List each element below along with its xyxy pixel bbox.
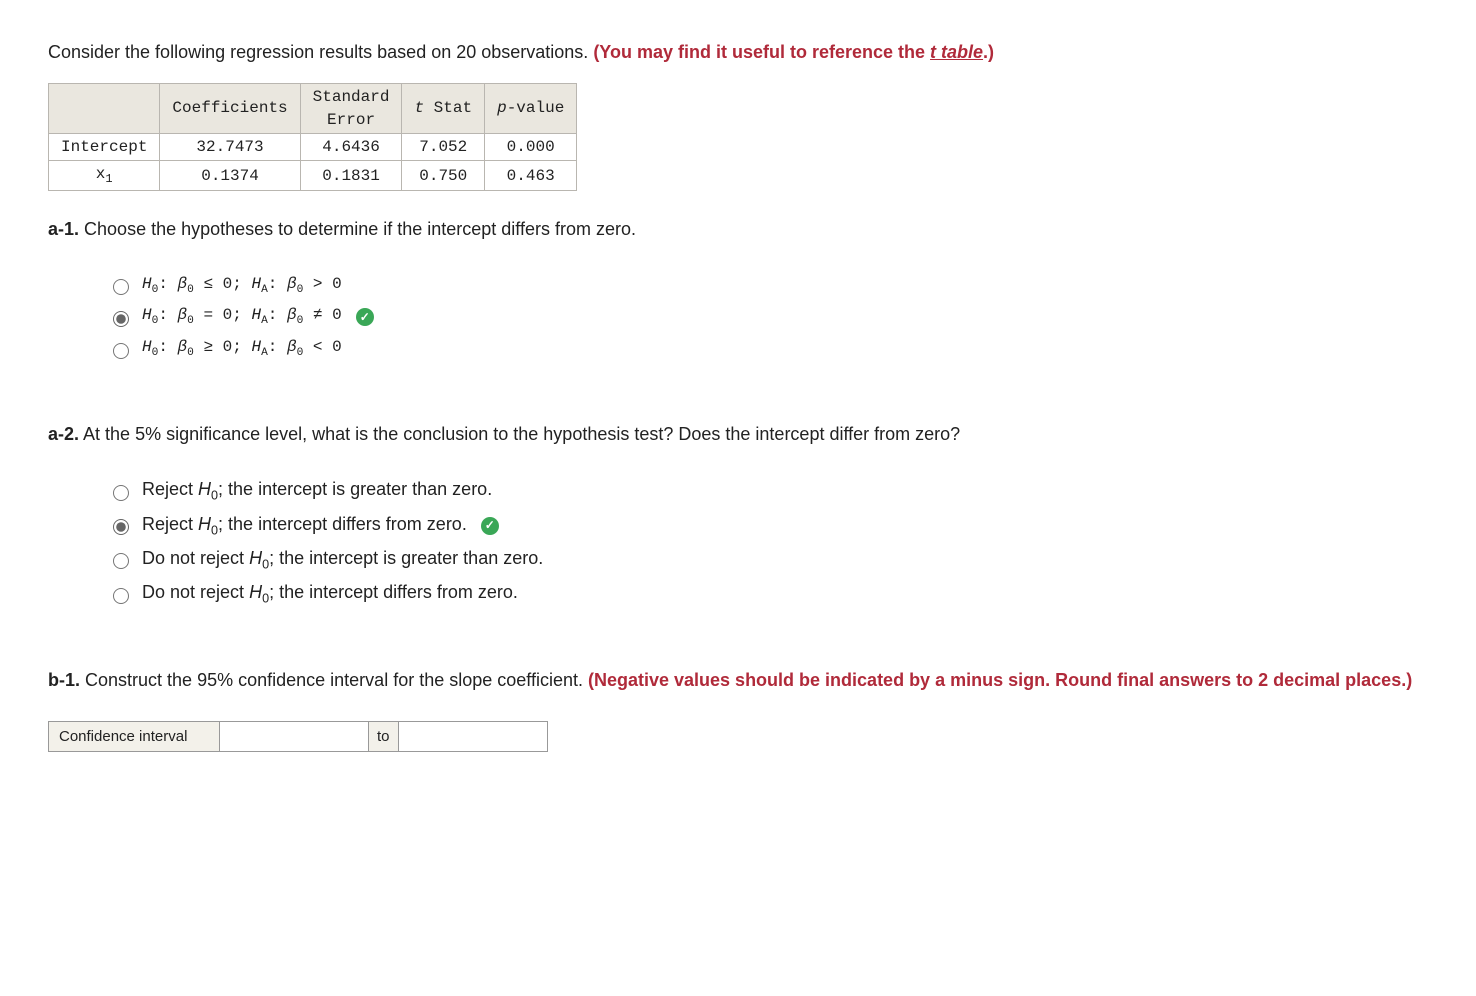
- a2-option: Do not reject H0; the intercept is great…: [108, 546, 1428, 574]
- correct-check-icon: ✓: [356, 308, 374, 326]
- cell-coef: 32.7473: [160, 133, 300, 160]
- ci-high-input[interactable]: [409, 726, 537, 747]
- confidence-interval-input: Confidence interval to: [48, 721, 548, 752]
- row-label: x1: [49, 161, 160, 191]
- cell-p: 0.000: [485, 133, 577, 160]
- cell-p: 0.463: [485, 161, 577, 191]
- question-number: a-2.: [48, 424, 79, 444]
- a1-option: H0: β0 ≥ 0; HA: β0 < 0: [108, 336, 1428, 362]
- cell-t: 7.052: [402, 133, 485, 160]
- radio-option[interactable]: [113, 343, 129, 359]
- regression-table: Coefficients StandardError t Stat p-valu…: [48, 83, 577, 191]
- radio-option[interactable]: [113, 553, 129, 569]
- question-text: Construct the 95% confidence interval fo…: [80, 670, 588, 690]
- cell-se: 0.1831: [300, 161, 402, 191]
- question-number: b-1.: [48, 670, 80, 690]
- question-number: a-1.: [48, 219, 79, 239]
- a2-option: Reject H0; the intercept is greater than…: [108, 477, 1428, 505]
- a1-option: H0: β0 = 0; HA: β0 ≠ 0 ✓: [108, 304, 1428, 330]
- a2-option: Reject H0; the intercept differs from ze…: [108, 512, 1428, 540]
- a2-options: Reject H0; the intercept is greater than…: [108, 477, 1428, 608]
- a1-options: H0: β0 ≤ 0; HA: β0 > 0 H0: β0 = 0; HA: β0…: [108, 273, 1428, 363]
- a1-option: H0: β0 ≤ 0; HA: β0 > 0: [108, 273, 1428, 299]
- question-text: Choose the hypotheses to determine if th…: [79, 219, 636, 239]
- option-label: H0: β0 = 0; HA: β0 ≠ 0: [142, 304, 342, 330]
- cell-coef: 0.1374: [160, 161, 300, 191]
- option-label: H0: β0 ≤ 0; HA: β0 > 0: [142, 273, 342, 299]
- table-row: x1 0.1374 0.1831 0.750 0.463: [49, 161, 577, 191]
- option-label: Reject H0; the intercept is greater than…: [142, 477, 492, 505]
- radio-option[interactable]: [113, 279, 129, 295]
- radio-option[interactable]: [113, 588, 129, 604]
- ci-low-input[interactable]: [230, 726, 358, 747]
- ci-separator: to: [369, 722, 399, 752]
- correct-check-icon: ✓: [481, 517, 499, 535]
- radio-option[interactable]: [113, 311, 129, 327]
- col-t-stat: t Stat: [402, 84, 485, 134]
- col-standard-error: StandardError: [300, 84, 402, 134]
- ci-label: Confidence interval: [49, 722, 220, 752]
- intro-text: Consider the following regression result…: [48, 42, 593, 62]
- col-blank: [49, 84, 160, 134]
- question-intro: Consider the following regression result…: [48, 40, 1428, 65]
- option-label: Do not reject H0; the intercept is great…: [142, 546, 543, 574]
- col-p-value: p-value: [485, 84, 577, 134]
- question-b1: b-1. Construct the 95% confidence interv…: [48, 668, 1428, 693]
- col-coefficients: Coefficients: [160, 84, 300, 134]
- option-label: H0: β0 ≥ 0; HA: β0 < 0: [142, 336, 342, 362]
- table-row: Intercept 32.7473 4.6436 7.052 0.000: [49, 133, 577, 160]
- option-label: Reject H0; the intercept differs from ze…: [142, 512, 467, 540]
- radio-option[interactable]: [113, 519, 129, 535]
- question-a2: a-2. At the 5% significance level, what …: [48, 422, 1428, 447]
- t-table-link[interactable]: t table: [930, 42, 983, 62]
- ci-low-cell: [220, 722, 369, 752]
- radio-option[interactable]: [113, 485, 129, 501]
- a2-option: Do not reject H0; the intercept differs …: [108, 580, 1428, 608]
- option-label: Do not reject H0; the intercept differs …: [142, 580, 518, 608]
- b1-hint: (Negative values should be indicated by …: [588, 670, 1412, 690]
- question-text: At the 5% significance level, what is th…: [79, 424, 960, 444]
- ci-high-cell: [398, 722, 547, 752]
- question-a1: a-1. Choose the hypotheses to determine …: [48, 217, 1428, 242]
- row-label: Intercept: [49, 133, 160, 160]
- intro-hint: (You may find it useful to reference the…: [593, 42, 994, 62]
- cell-se: 4.6436: [300, 133, 402, 160]
- cell-t: 0.750: [402, 161, 485, 191]
